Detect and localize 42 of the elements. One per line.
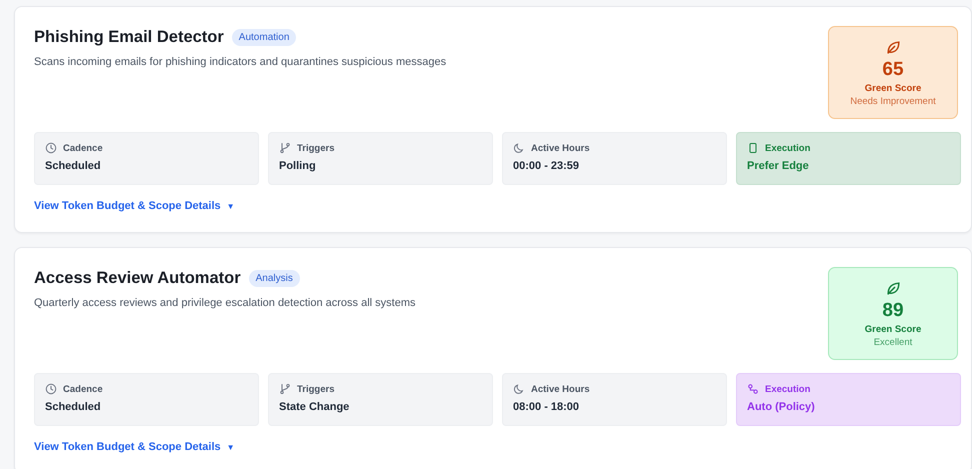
category-tag: Analysis <box>248 270 300 287</box>
score-rating: Excellent <box>874 336 912 348</box>
score-rating: Needs Improvement <box>850 96 936 106</box>
tile-value: Scheduled <box>45 160 102 172</box>
tile-label: Execution <box>765 384 810 394</box>
branch-icon <box>279 142 291 154</box>
tile-label: Active Hours <box>531 142 590 154</box>
tile-label: Active Hours <box>531 384 590 394</box>
route-icon <box>747 383 759 395</box>
score-label: Green Score <box>864 82 922 94</box>
clock-icon <box>45 383 57 395</box>
tile-value: Auto (Policy) <box>747 401 816 413</box>
caret-icon: ▼ <box>226 442 235 452</box>
tile-value: Scheduled <box>45 401 102 413</box>
caret-icon: ▼ <box>226 202 235 210</box>
card-description: Scans incoming emails for phishing indicators and quarantines suspicious messages <box>34 56 446 68</box>
tile-label: Triggers <box>297 142 334 154</box>
card-title: Access Review Automator <box>34 269 241 288</box>
details-link[interactable]: View Token Budget & Scope Details ▼ <box>34 441 235 453</box>
category-tag: Automation <box>232 29 296 46</box>
tile-label: Cadence <box>63 384 103 394</box>
score-value: 65 <box>882 58 904 80</box>
tile-value: 08:00 - 18:00 <box>513 401 580 413</box>
leaf-icon <box>884 280 902 296</box>
moon-icon <box>513 142 525 154</box>
tile-value: State Change <box>279 401 350 413</box>
clock-icon <box>45 142 57 154</box>
tile-label: Cadence <box>63 142 103 154</box>
leaf-icon <box>884 38 902 56</box>
moon-icon <box>513 383 525 395</box>
tile-value: Polling <box>279 160 317 172</box>
score-value: 89 <box>882 300 904 322</box>
tile-label: Triggers <box>297 384 334 394</box>
card-description: Quarterly access reviews and privilege escalation detection across all systems <box>34 297 416 309</box>
phone-icon <box>747 142 759 154</box>
card-title: Phishing Email Detector <box>34 28 224 47</box>
tile-value: Prefer Edge <box>747 160 810 172</box>
tile-label: Execution <box>765 142 810 154</box>
branch-icon <box>279 383 291 395</box>
details-link[interactable]: View Token Budget & Scope Details ▼ <box>34 200 235 212</box>
score-label: Green Score <box>864 324 922 334</box>
tile-value: 00:00 - 23:59 <box>513 160 580 172</box>
